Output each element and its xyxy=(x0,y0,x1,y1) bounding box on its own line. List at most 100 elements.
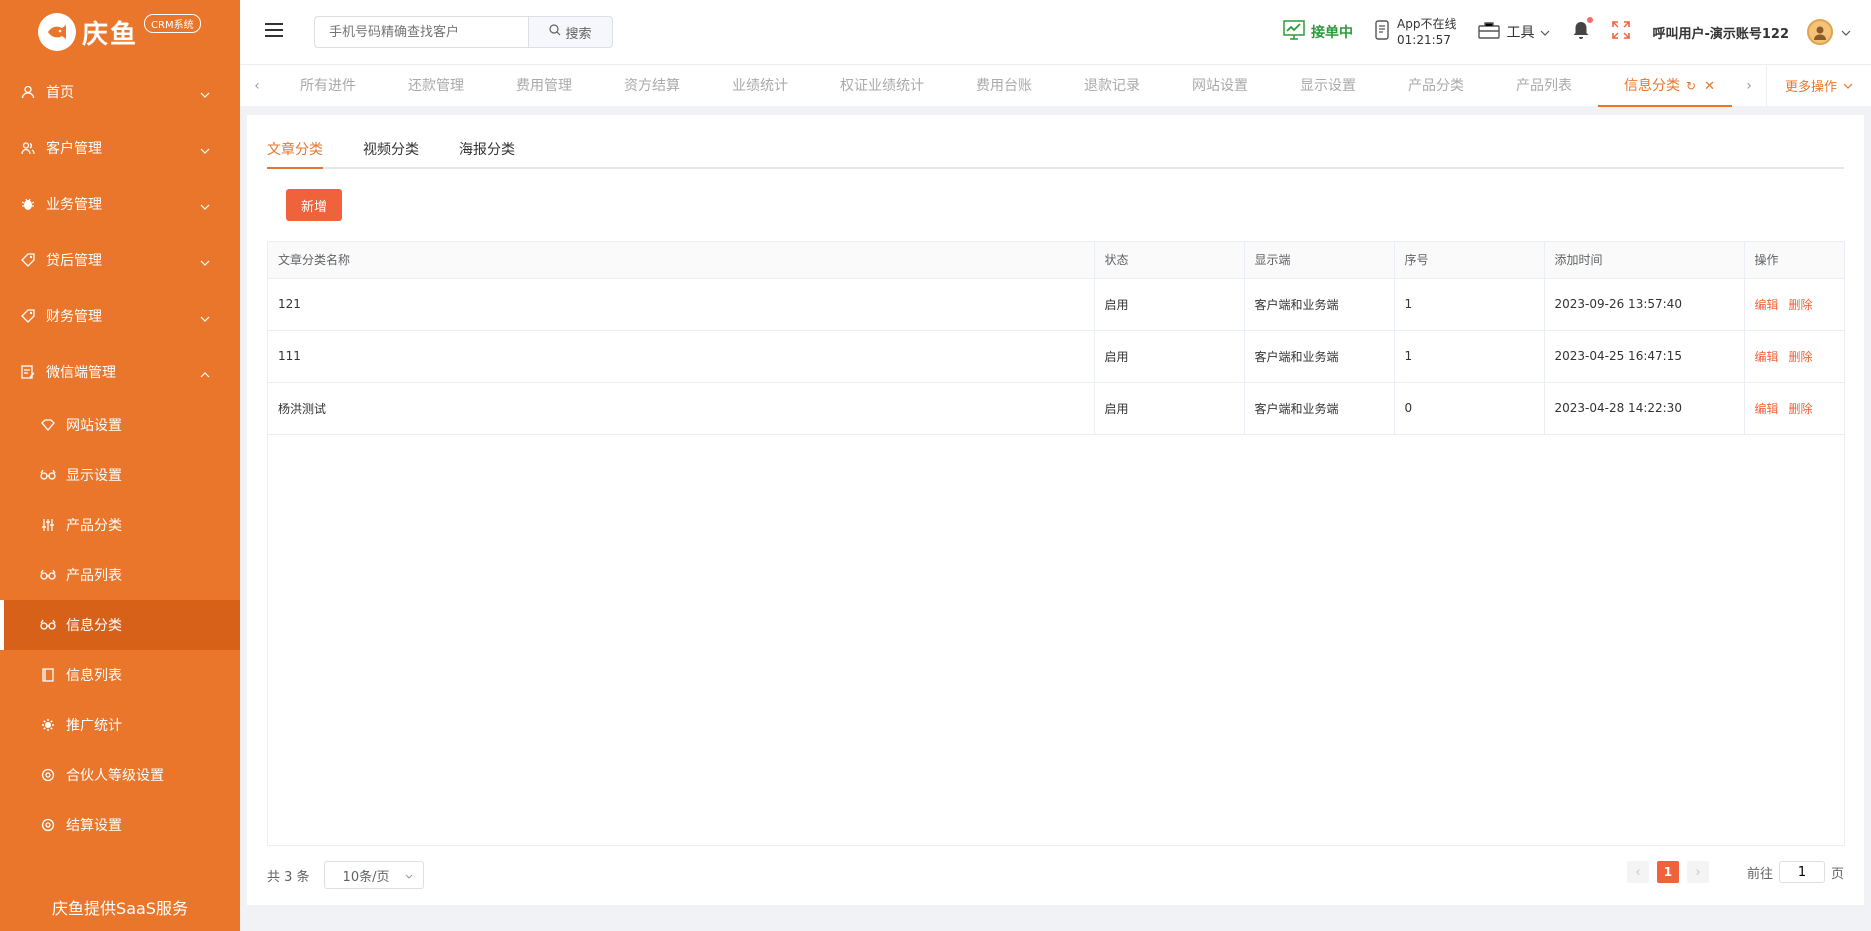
chevron-down-icon[interactable] xyxy=(1841,25,1851,40)
tab-product-list[interactable]: 产品列表 xyxy=(1490,65,1598,107)
sidebar-item-business[interactable]: 业务管理 xyxy=(0,176,240,232)
sidebar-subitem-label: 显示设置 xyxy=(66,468,122,484)
sidebar-item-post-loan[interactable]: 贷后管理 xyxy=(0,232,240,288)
more-operations[interactable]: 更多操作 xyxy=(1766,64,1871,107)
logo-badge: CRM系统 xyxy=(144,13,201,33)
tab-article-category[interactable]: 文章分类 xyxy=(267,139,323,169)
column-header-actions: 操作 xyxy=(1744,242,1844,279)
next-page-button[interactable]: › xyxy=(1686,861,1709,883)
avatar[interactable] xyxy=(1807,19,1833,45)
cell-status: 启用 xyxy=(1094,330,1245,383)
fullscreen-button[interactable] xyxy=(1612,21,1631,43)
sidebar-item-label: 首页 xyxy=(46,85,74,101)
sidebar-item-home[interactable]: 首页 xyxy=(0,64,240,120)
diamond-icon xyxy=(40,417,56,433)
chevron-right-icon: › xyxy=(1746,77,1752,94)
edit-icon xyxy=(20,364,36,380)
tab-info-category[interactable]: 信息分类 ↻ ✕ xyxy=(1598,65,1732,107)
tools-menu[interactable]: 工具 xyxy=(1478,21,1550,43)
edit-link[interactable]: 编辑 xyxy=(1755,350,1779,364)
sidebar-subitem-product-category[interactable]: 产品分类 xyxy=(0,500,240,550)
phone-icon xyxy=(1375,20,1389,44)
book-icon xyxy=(40,667,56,683)
tab-video-category[interactable]: 视频分类 xyxy=(363,139,419,167)
tab-website-settings[interactable]: 网站设置 xyxy=(1166,65,1274,107)
user-name[interactable]: 呼叫用户-演示账号122 xyxy=(1652,23,1789,42)
hamburger-icon[interactable] xyxy=(264,22,288,42)
notification-bell[interactable] xyxy=(1572,17,1594,44)
work-status-label: 接单中 xyxy=(1311,25,1353,41)
delete-link[interactable]: 删除 xyxy=(1789,298,1813,312)
search-button[interactable]: 搜索 xyxy=(528,16,613,48)
page-size-select[interactable]: 10条/页 xyxy=(323,861,424,889)
page-number-current[interactable]: 1 xyxy=(1656,861,1679,883)
logo-text: 庆鱼 xyxy=(82,19,139,50)
tab-refund-records[interactable]: 退款记录 xyxy=(1058,65,1166,107)
tab-all-applications[interactable]: 所有进件 xyxy=(274,65,382,107)
tabs-scroll-right[interactable]: › xyxy=(1732,78,1766,94)
tab-display-settings[interactable]: 显示设置 xyxy=(1274,65,1382,107)
table-row: 杨洪测试 启用 客户端和业务端 0 2023-04-28 14:22:30 编辑… xyxy=(268,382,1844,435)
tab-product-category[interactable]: 产品分类 xyxy=(1382,65,1490,107)
search-input[interactable] xyxy=(314,16,528,48)
topbar: 搜索 接单中 App不在线 01:21:57 工具 呼叫用户-演示账号122 xyxy=(240,0,1871,64)
delete-link[interactable]: 删除 xyxy=(1789,350,1813,364)
tab-performance[interactable]: 业绩统计 xyxy=(706,65,814,107)
sidebar-subitem-display-settings[interactable]: 显示设置 xyxy=(0,450,240,500)
cell-order: 1 xyxy=(1394,330,1545,383)
chevron-down-icon xyxy=(200,142,210,158)
refresh-icon[interactable]: ↻ xyxy=(1686,79,1696,93)
chevron-down-icon xyxy=(405,868,413,883)
sidebar-item-customers[interactable]: 客户管理 xyxy=(0,120,240,176)
app-status-time: 01:21:57 xyxy=(1397,33,1451,47)
chevron-down-icon xyxy=(200,310,210,326)
goto-page: 前往 页 xyxy=(1747,861,1844,883)
search-box: 搜索 xyxy=(314,16,613,48)
column-header-time: 添加时间 xyxy=(1544,242,1745,279)
sidebar-subitem-partner-level[interactable]: 合伙人等级设置 xyxy=(0,750,240,800)
tab-warrant-performance[interactable]: 权证业绩统计 xyxy=(814,65,950,107)
sidebar-item-wechat[interactable]: 微信端管理 xyxy=(0,344,240,400)
sidebar-subitem-label: 推广统计 xyxy=(66,718,122,734)
tag-icon xyxy=(20,308,36,324)
tabs-scroll-left[interactable]: ‹ xyxy=(240,78,274,94)
prev-page-button[interactable]: ‹ xyxy=(1626,861,1649,883)
user-icon xyxy=(20,84,36,100)
more-operations-label: 更多操作 xyxy=(1784,80,1837,95)
sidebar-subitem-label: 结算设置 xyxy=(66,818,122,834)
edit-link[interactable]: 编辑 xyxy=(1755,402,1779,416)
delete-link[interactable]: 删除 xyxy=(1789,402,1813,416)
tab-poster-category[interactable]: 海报分类 xyxy=(459,139,515,167)
chevron-down-icon xyxy=(200,198,210,214)
total-count: 共 3 条 xyxy=(267,869,310,885)
edit-link[interactable]: 编辑 xyxy=(1755,298,1779,312)
sidebar-subitem-settlement[interactable]: 结算设置 xyxy=(0,800,240,850)
sidebar-subitem-info-category[interactable]: 信息分类 xyxy=(0,600,240,650)
bell-icon xyxy=(1572,20,1590,44)
goto-page-input[interactable] xyxy=(1778,861,1825,883)
sidebar-subitem-website-settings[interactable]: 网站设置 xyxy=(0,400,240,450)
tab-fee-ledger[interactable]: 费用台账 xyxy=(950,65,1058,107)
logo: 庆鱼 CRM系统 xyxy=(0,0,240,64)
add-button[interactable]: 新增 xyxy=(286,189,342,221)
toolbox-icon xyxy=(1478,21,1501,43)
cell-actions: 编辑 删除 xyxy=(1744,278,1844,331)
tab-funder-settlement[interactable]: 资方结算 xyxy=(598,65,706,107)
chevron-down-icon xyxy=(1540,24,1550,40)
cell-actions: 编辑 删除 xyxy=(1744,330,1844,383)
pager-summary: 共 3 条 10条/页 xyxy=(267,861,424,889)
sidebar-item-finance[interactable]: 财务管理 xyxy=(0,288,240,344)
sidebar-subitem-label: 信息分类 xyxy=(66,618,122,634)
close-icon[interactable]: ✕ xyxy=(1704,79,1715,94)
chevron-down-icon xyxy=(200,86,210,102)
goto-label: 前往 xyxy=(1746,866,1773,882)
work-status[interactable]: 接单中 xyxy=(1283,20,1353,44)
sidebar-subitem-promo-stats[interactable]: 推广统计 xyxy=(0,700,240,750)
sidebar-subitem-product-list[interactable]: 产品列表 xyxy=(0,550,240,600)
sidebar-subitem-info-list[interactable]: 信息列表 xyxy=(0,650,240,700)
tab-repayment[interactable]: 还款管理 xyxy=(382,65,490,107)
fish-logo-icon xyxy=(38,13,76,51)
table-row: 111 启用 客户端和业务端 1 2023-04-25 16:47:15 编辑删… xyxy=(268,330,1844,383)
column-header-name: 文章分类名称 xyxy=(268,242,1095,279)
tab-fees[interactable]: 费用管理 xyxy=(490,65,598,107)
